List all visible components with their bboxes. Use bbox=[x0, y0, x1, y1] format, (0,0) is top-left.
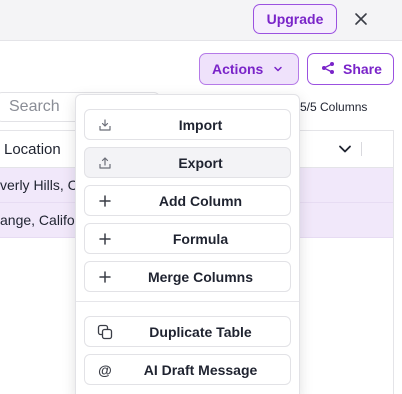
actions-button[interactable]: Actions bbox=[199, 53, 299, 85]
menu-item-import[interactable]: Import bbox=[84, 109, 291, 140]
share-icon bbox=[321, 61, 335, 78]
actions-dropdown-menu: Import Export Add Column Formula Merge C… bbox=[75, 94, 300, 394]
menu-item-label: Formula bbox=[172, 230, 229, 247]
column-divider[interactable] bbox=[361, 142, 362, 156]
column-header-location[interactable]: Location bbox=[4, 141, 61, 158]
upgrade-button[interactable]: Upgrade bbox=[253, 4, 337, 34]
share-button[interactable]: Share bbox=[307, 53, 394, 85]
actions-label: Actions bbox=[212, 61, 264, 77]
menu-item-label: Import bbox=[178, 116, 223, 133]
close-icon[interactable] bbox=[351, 9, 371, 29]
columns-count: 5/5 Columns bbox=[300, 99, 368, 114]
plus-icon bbox=[97, 193, 113, 209]
menu-item-label: Export bbox=[178, 154, 223, 171]
plus-icon bbox=[97, 269, 113, 285]
menu-item-formula[interactable]: Formula bbox=[84, 223, 291, 254]
menu-item-export[interactable]: Export bbox=[84, 147, 291, 178]
menu-item-label: AI Draft Message bbox=[143, 361, 258, 378]
menu-item-label: Add Column bbox=[158, 192, 243, 209]
menu-item-add-column[interactable]: Add Column bbox=[84, 185, 291, 216]
table-cell[interactable]: ange, Califo bbox=[0, 212, 75, 228]
menu-item-label: Merge Columns bbox=[147, 268, 253, 285]
menu-item-ai-draft-message[interactable]: @ AI Draft Message bbox=[84, 354, 291, 385]
menu-item-merge-columns[interactable]: Merge Columns bbox=[84, 261, 291, 292]
chevron-down-icon[interactable] bbox=[337, 141, 353, 157]
export-icon bbox=[97, 155, 113, 171]
copy-icon bbox=[97, 324, 113, 340]
menu-item-label: Duplicate Table bbox=[149, 323, 252, 340]
top-bar: Upgrade bbox=[0, 0, 402, 41]
import-icon bbox=[97, 117, 113, 133]
menu-item-duplicate-table[interactable]: Duplicate Table bbox=[84, 316, 291, 347]
plus-icon bbox=[97, 231, 113, 247]
table-cell[interactable]: verly Hills, C bbox=[0, 177, 78, 193]
at-icon: @ bbox=[98, 362, 112, 378]
chevron-down-icon bbox=[273, 61, 283, 77]
share-label: Share bbox=[343, 61, 382, 77]
menu-divider bbox=[76, 301, 299, 302]
